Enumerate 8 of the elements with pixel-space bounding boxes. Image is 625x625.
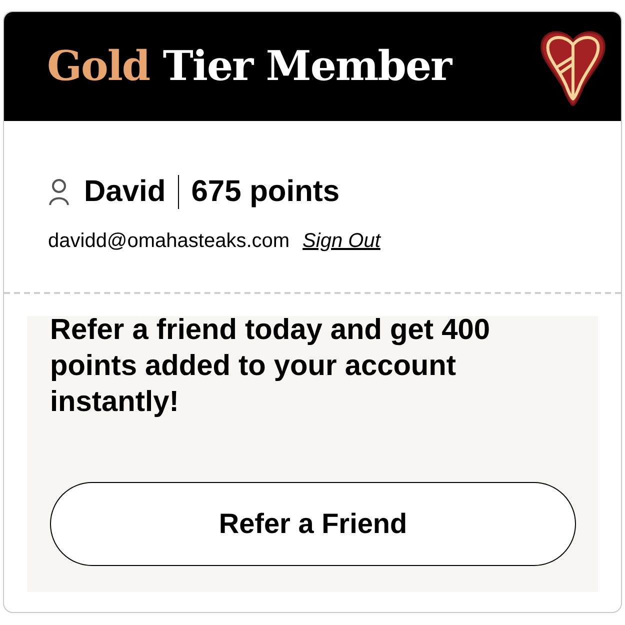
email-address: davidd@omahasteaks.com xyxy=(48,229,290,254)
points-balance: 675 points xyxy=(191,174,340,210)
user-name: David xyxy=(84,174,166,210)
user-icon xyxy=(48,178,70,206)
refer-friend-button[interactable]: Refer a Friend xyxy=(50,482,576,566)
referral-message: Refer a friend today and get 400 points added to your account instantly! xyxy=(50,313,491,420)
tier-title: Gold Tier Member xyxy=(47,40,452,92)
sign-out-link[interactable]: Sign Out xyxy=(302,226,380,256)
